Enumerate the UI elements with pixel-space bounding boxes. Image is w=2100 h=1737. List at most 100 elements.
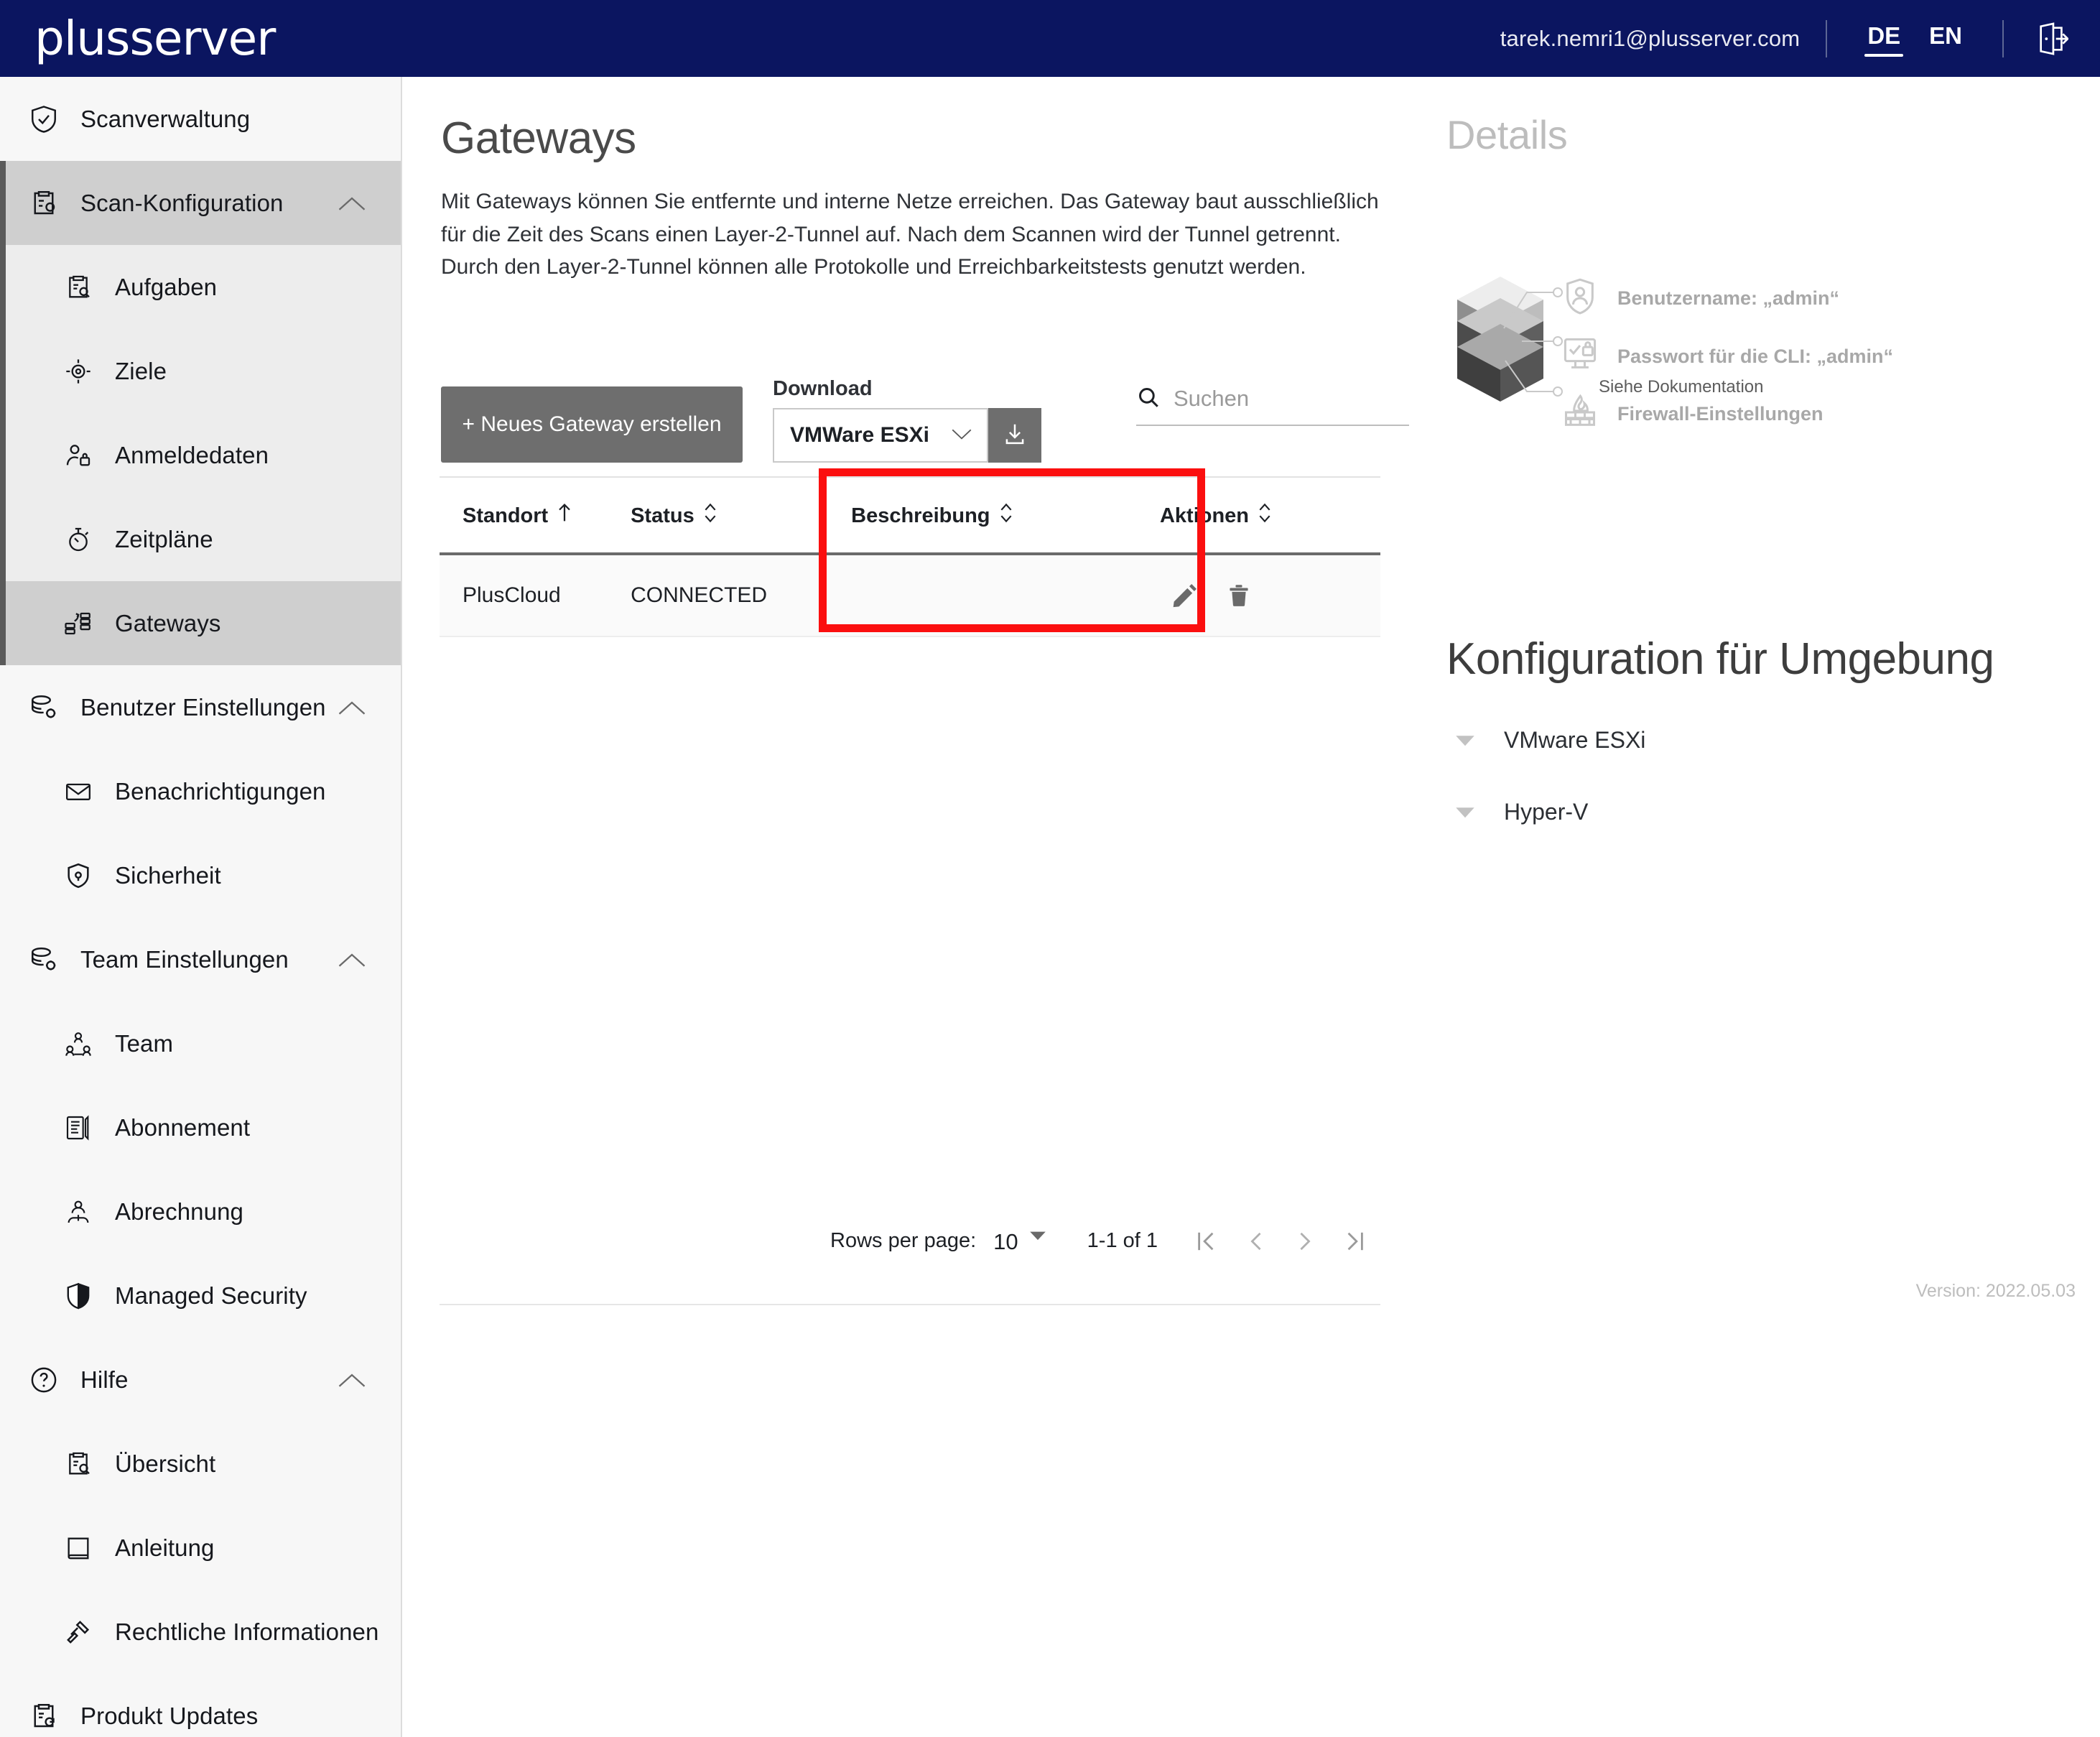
firewall-icon [1561, 392, 1599, 437]
clipboard-search-icon [60, 269, 96, 305]
sidebar-item-scan-konfiguration[interactable]: Scan-Konfiguration [0, 161, 401, 245]
active-section-indicator [0, 497, 6, 581]
sidebar-item-abonnement[interactable]: Abonnement [0, 1085, 401, 1169]
language-en-button[interactable]: EN [1925, 21, 1966, 57]
column-header-status[interactable]: Status [631, 476, 852, 555]
team-icon [60, 1026, 96, 1062]
gateway-illustration: Benutzername: „admin“ Passwort für die C… [1446, 192, 2093, 426]
shield-user-icon [1561, 276, 1599, 321]
cell-aktionen [1159, 554, 1380, 637]
pagination-nav [1195, 1229, 1366, 1254]
config-item-hyper-v[interactable]: Hyper-V [1446, 799, 1588, 825]
previous-page-icon[interactable] [1247, 1229, 1265, 1254]
details-row-passwort: Passwort für die CLI: „admin“ [1561, 334, 1893, 379]
database-gear-icon [26, 690, 62, 726]
new-gateway-button[interactable]: + Neues Gateway erstellen [441, 386, 743, 463]
sidebar-item-hilfe[interactable]: Hilfe [0, 1338, 401, 1422]
sidebar-item-team-einstellungen[interactable]: Team Einstellungen [0, 917, 401, 1001]
active-section-indicator [0, 245, 6, 329]
sidebar-item-label: Hilfe [80, 1366, 129, 1393]
table-header: Standort Status Beschreibung Aktionen [440, 476, 1380, 555]
clipboard-refresh-icon [26, 1698, 62, 1734]
cell-beschreibung [851, 554, 1160, 637]
column-header-aktionen[interactable]: Aktionen [1159, 476, 1380, 555]
shield-filled-icon [60, 1278, 96, 1314]
caret-down-icon[interactable] [1446, 805, 1484, 820]
gavel-icon [60, 1614, 96, 1650]
sidebar-item-gateways[interactable]: Gateways [0, 581, 401, 665]
config-item-label: VMware ESXi [1504, 727, 1646, 753]
table-header-row: Standort Status Beschreibung Aktionen [440, 476, 1380, 555]
column-header-standort[interactable]: Standort [440, 476, 631, 555]
active-section-indicator [0, 161, 6, 245]
user-email-label: tarek.nemri1@plusserver.com [1500, 25, 1801, 51]
logout-icon[interactable] [2035, 21, 2068, 57]
download-row: VMWare ESXi [773, 408, 1041, 463]
download-group: Download VMWare ESXi [773, 377, 1041, 463]
sidebar-item-label: Team Einstellungen [80, 945, 289, 973]
gateway-servers-icon [60, 606, 96, 641]
sidebar-item-rechtliche-informationen[interactable]: Rechtliche Informationen [0, 1590, 401, 1674]
version-label: Version: 2022.05.03 [1915, 1281, 2076, 1301]
chevron-up-icon[interactable] [336, 193, 368, 213]
sidebar-item-abrechnung[interactable]: Abrechnung [0, 1169, 401, 1254]
download-button[interactable] [988, 408, 1041, 463]
sidebar-item-managed-security[interactable]: Managed Security [0, 1254, 401, 1338]
first-page-icon[interactable] [1195, 1229, 1217, 1254]
question-circle-icon [26, 1362, 62, 1398]
sidebar-item-benachrichtigungen[interactable]: Benachrichtigungen [0, 749, 401, 833]
rows-per-page-value[interactable]: 10 [993, 1229, 1018, 1255]
chevron-up-icon[interactable] [336, 1370, 368, 1390]
caret-down-icon[interactable] [1446, 733, 1484, 748]
sidebar-item-uebersicht[interactable]: Übersicht [0, 1422, 401, 1506]
sidebar-item-label: Abonnement [115, 1113, 251, 1141]
details-title: Details [1446, 112, 1568, 157]
cell-standort: PlusCloud [440, 554, 631, 637]
chevron-up-icon[interactable] [336, 950, 368, 970]
header-divider-1 [1826, 19, 1828, 57]
active-section-indicator [0, 413, 6, 497]
sidebar-item-aufgaben[interactable]: Aufgaben [0, 245, 401, 329]
rows-per-page-label: Rows per page: [830, 1229, 977, 1252]
sidebar-item-zeitplaene[interactable]: Zeitpläne [0, 497, 401, 581]
sidebar-item-label: Gateways [115, 609, 221, 636]
sort-none-icon [999, 502, 1013, 529]
caret-down-icon[interactable] [1028, 1229, 1047, 1246]
download-format-value: VMWare ESXi [790, 423, 929, 447]
download-format-select[interactable]: VMWare ESXi [773, 408, 988, 463]
next-page-icon[interactable] [1296, 1229, 1314, 1254]
sidebar-item-ziele[interactable]: Ziele [0, 329, 401, 413]
column-header-beschreibung[interactable]: Beschreibung [851, 476, 1160, 555]
delete-icon[interactable] [1226, 581, 1252, 610]
edit-icon[interactable] [1170, 581, 1199, 610]
language-de-button[interactable]: DE [1863, 21, 1905, 57]
sidebar-item-label: Abrechnung [115, 1198, 243, 1225]
sidebar-item-anleitung[interactable]: Anleitung [0, 1506, 401, 1590]
sidebar-item-anmeldedaten[interactable]: Anmeldedaten [0, 413, 401, 497]
clipboard-gear-icon [26, 185, 62, 221]
config-item-label: Hyper-V [1504, 799, 1589, 825]
sidebar-item-sicherheit[interactable]: Sicherheit [0, 833, 401, 917]
details-row-label: Benutzername: „admin“ [1617, 287, 1840, 309]
billing-icon [60, 1194, 96, 1230]
monitor-lock-icon [1561, 334, 1599, 379]
sidebar-item-scanverwaltung[interactable]: Scanverwaltung [0, 77, 401, 161]
table-body: PlusCloud CONNECTED [440, 554, 1380, 637]
last-page-icon[interactable] [1344, 1229, 1366, 1254]
sort-none-icon [703, 502, 717, 529]
sidebar-item-benutzer-einstellungen[interactable]: Benutzer Einstellungen [0, 665, 401, 749]
shield-check-icon [26, 101, 62, 137]
sidebar-item-produkt-updates[interactable]: Produkt Updates [0, 1674, 401, 1737]
sidebar-item-label: Benutzer Einstellungen [80, 693, 326, 721]
sidebar-item-label: Produkt Updates [80, 1702, 259, 1729]
search-icon [1136, 385, 1161, 413]
top-header-bar: plusserver tarek.nemri1@plusserver.com D… [0, 0, 2100, 77]
sidebar-item-label: Anmeldedaten [115, 441, 269, 468]
details-panel: Details Benutzername: „admin“ Passwort f… [1409, 77, 2100, 1737]
page-description: Mit Gateways können Sie entfernte und in… [441, 190, 1379, 279]
sidebar-item-label: Zeitpläne [115, 525, 213, 552]
chevron-up-icon[interactable] [336, 698, 368, 718]
table-row[interactable]: PlusCloud CONNECTED [440, 554, 1380, 637]
config-item-vmware-esxi[interactable]: VMware ESXi [1446, 727, 1645, 754]
sidebar-item-team[interactable]: Team [0, 1001, 401, 1085]
